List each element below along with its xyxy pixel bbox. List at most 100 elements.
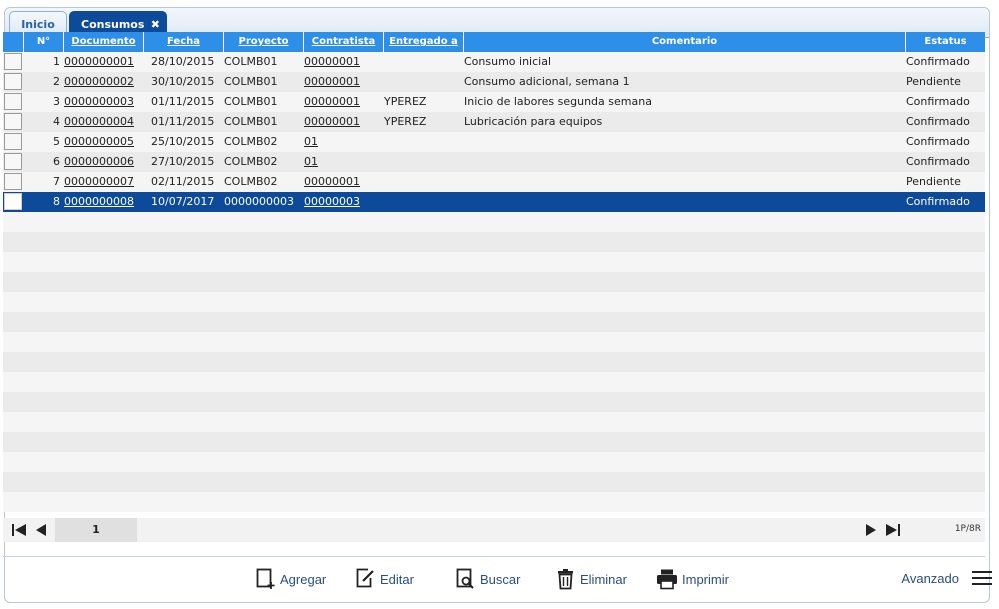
proyecto-cell: COLMB02	[224, 175, 278, 188]
header-estatus: Estatus	[905, 32, 985, 52]
prev-page-icon[interactable]	[33, 522, 49, 538]
search-document-icon	[456, 568, 474, 589]
editar-button[interactable]: Editar	[356, 565, 414, 593]
entregado-cell: YPEREZ	[384, 95, 427, 108]
row-checkbox[interactable]	[4, 53, 22, 70]
table-row[interactable]: 8 0000000008 10/07/2017 0000000003 00000003 C…	[3, 192, 985, 212]
row-number: 7	[53, 175, 60, 188]
proyecto-cell: COLMB01	[224, 115, 278, 128]
table-row[interactable]: 4 0000000004 01/11/2015 COLMB01 00000001 YPER…	[3, 112, 985, 132]
row-checkbox[interactable]	[4, 133, 22, 150]
empty-row	[3, 452, 985, 472]
empty-row	[3, 272, 985, 292]
row-number: 1	[53, 55, 60, 68]
agregar-button[interactable]: Agregar	[256, 565, 326, 593]
comentario-cell	[464, 132, 904, 152]
proyecto-cell: COLMB01	[224, 75, 278, 88]
avanzado-label: Avanzado	[901, 570, 959, 586]
documento-link[interactable]: 0000000005	[64, 132, 142, 152]
row-checkbox[interactable]	[4, 193, 22, 210]
estatus-cell: Confirmado	[906, 135, 970, 148]
contratista-link[interactable]: 00000003	[304, 192, 382, 212]
proyecto-cell: 0000000003	[224, 195, 294, 208]
estatus-cell: Pendiente	[906, 75, 961, 88]
contratista-link[interactable]: 00000001	[304, 172, 382, 192]
empty-row	[3, 472, 985, 492]
edit-icon	[356, 568, 374, 588]
current-page[interactable]: 1	[55, 518, 137, 542]
header-fecha[interactable]: Fecha	[143, 32, 223, 52]
page-count: 1P/8R	[954, 524, 981, 534]
buscar-button[interactable]: Buscar	[456, 565, 520, 593]
contratista-link[interactable]: 00000001	[304, 112, 382, 132]
estatus-cell: Confirmado	[906, 95, 970, 108]
documento-link[interactable]: 0000000004	[64, 112, 142, 132]
comentario-cell: Inicio de labores segunda semana	[464, 95, 652, 108]
next-page-icon[interactable]	[863, 522, 879, 538]
header-proyecto[interactable]: Proyecto	[223, 32, 303, 52]
empty-row	[3, 292, 985, 312]
row-number: 2	[53, 75, 60, 88]
row-checkbox[interactable]	[4, 93, 22, 110]
entregado-cell: YPEREZ	[384, 115, 427, 128]
row-checkbox[interactable]	[4, 113, 22, 130]
row-number: 4	[53, 115, 60, 128]
table-row[interactable]: 1 0000000001 28/10/2015 COLMB01 00000001 Cons…	[3, 52, 985, 72]
estatus-cell: Confirmado	[906, 55, 970, 68]
empty-row	[3, 232, 985, 252]
comentario-cell	[464, 172, 904, 192]
printer-icon	[657, 569, 677, 590]
table-row[interactable]: 3 0000000003 01/11/2015 COLMB01 00000001 YPER…	[3, 92, 985, 112]
header-contratista[interactable]: Contratista	[303, 32, 383, 52]
header-entregado[interactable]: Entregado a	[383, 32, 463, 52]
first-page-icon[interactable]	[11, 522, 27, 538]
fecha-cell: 27/10/2015	[151, 155, 215, 168]
contratista-link[interactable]: 01	[304, 132, 382, 152]
comentario-cell: Consumo inicial	[464, 55, 552, 68]
add-document-icon	[256, 568, 275, 589]
header-documento[interactable]: Documento	[63, 32, 143, 52]
table-row[interactable]: 2 0000000002 30/10/2015 COLMB01 00000001 Cons…	[3, 72, 985, 92]
imprimir-label: Imprimir	[682, 571, 729, 587]
fecha-cell: 25/10/2015	[151, 135, 215, 148]
table-row[interactable]: 6 0000000006 27/10/2015 COLMB02 01 Confirmado	[3, 152, 985, 172]
entregado-cell	[384, 52, 462, 72]
fecha-cell: 01/11/2015	[151, 95, 215, 108]
table-row[interactable]: 7 0000000007 02/11/2015 COLMB02 00000001 Pend…	[3, 172, 985, 192]
tab-inicio-label: Inicio	[21, 18, 55, 31]
estatus-cell: Pendiente	[906, 175, 961, 188]
entregado-cell	[384, 72, 462, 92]
buscar-label: Buscar	[480, 571, 521, 587]
documento-link[interactable]: 0000000007	[64, 172, 142, 192]
proyecto-cell: COLMB01	[224, 55, 278, 68]
eliminar-button[interactable]: Eliminar	[556, 565, 627, 593]
documento-link[interactable]: 0000000001	[64, 52, 142, 72]
tab-consumos-label: Consumos	[81, 18, 145, 31]
imprimir-button[interactable]: Imprimir	[656, 565, 729, 593]
documento-link[interactable]: 0000000006	[64, 152, 142, 172]
comentario-cell: Consumo adicional, semana 1	[464, 75, 630, 88]
empty-row	[3, 492, 985, 512]
row-checkbox[interactable]	[4, 153, 22, 170]
divider	[3, 556, 985, 557]
contratista-link[interactable]: 01	[304, 152, 382, 172]
documento-link[interactable]: 0000000008	[64, 192, 142, 212]
contratista-link[interactable]: 00000001	[304, 52, 382, 72]
entregado-cell	[384, 172, 462, 192]
avanzado-button[interactable]: Avanzado	[901, 569, 993, 587]
row-checkbox[interactable]	[4, 173, 22, 190]
contratista-link[interactable]: 00000001	[304, 92, 382, 112]
eliminar-label: Eliminar	[580, 571, 627, 587]
agregar-label: Agregar	[280, 571, 327, 587]
table-row[interactable]: 5 0000000005 25/10/2015 COLMB02 01 Confirmado	[3, 132, 985, 152]
empty-row	[3, 412, 985, 432]
estatus-cell: Confirmado	[906, 155, 970, 168]
comentario-cell	[464, 192, 904, 212]
empty-row	[3, 312, 985, 332]
last-page-icon[interactable]	[885, 522, 901, 538]
header-comentario: Comentario	[463, 32, 905, 52]
row-checkbox[interactable]	[4, 73, 22, 90]
documento-link[interactable]: 0000000002	[64, 72, 142, 92]
documento-link[interactable]: 0000000003	[64, 92, 142, 112]
contratista-link[interactable]: 00000001	[304, 72, 382, 92]
